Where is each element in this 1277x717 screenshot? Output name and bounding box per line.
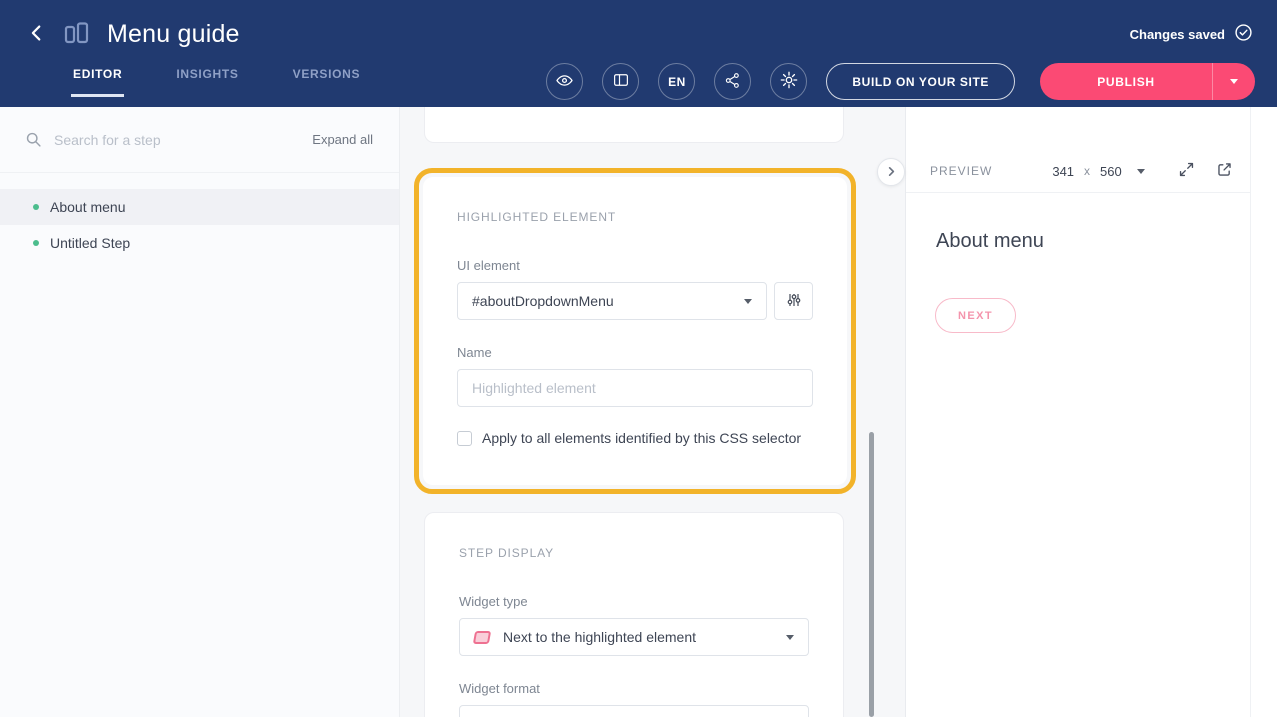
header-actions: EN BUILD ON YOUR SITE (546, 63, 1255, 100)
apply-all-checkbox[interactable] (457, 431, 472, 446)
apply-all-label: Apply to all elements identified by this… (482, 430, 801, 446)
preview-height-value: 560 (1100, 164, 1122, 179)
search-icon (25, 131, 42, 148)
build-on-your-site-button[interactable]: BUILD ON YOUR SITE (826, 63, 1015, 100)
publish-button[interactable]: PUBLISH (1040, 63, 1212, 100)
step-item-label: Untitled Step (50, 235, 130, 251)
tab-editor[interactable]: EDITOR (71, 58, 124, 97)
share-button[interactable] (714, 63, 751, 100)
ui-element-select[interactable]: #aboutDropdownMenu (457, 282, 767, 320)
layout-button[interactable] (602, 63, 639, 100)
chevron-down-icon (1230, 79, 1238, 84)
app-logo-icon (64, 21, 94, 47)
expand-preview-button[interactable] (1176, 159, 1197, 183)
preview-size-dropdown[interactable]: 341 x 560 (1052, 164, 1144, 179)
highlighted-element-name-input[interactable] (457, 369, 813, 407)
changes-saved-label: Changes saved (1130, 27, 1225, 42)
external-link-icon (1216, 161, 1233, 181)
open-in-new-tab-button[interactable] (1214, 159, 1235, 183)
highlighted-element-card: HIGHLIGHTED ELEMENT UI element #aboutDro… (423, 177, 847, 485)
eye-icon (555, 71, 574, 93)
header: Menu guide Changes saved EDITOR INSIGHTS… (0, 0, 1277, 107)
chevron-left-icon (26, 22, 48, 47)
step-editor-column: HIGHLIGHTED ELEMENT UI element #aboutDro… (400, 107, 905, 717)
section-title: STEP DISPLAY (459, 546, 809, 560)
layout-columns-icon (612, 71, 630, 92)
collapse-preview-button[interactable] (877, 158, 905, 186)
header-top-row: Menu guide Changes saved (0, 0, 1277, 58)
tab-versions[interactable]: VERSIONS (291, 58, 363, 97)
steps-sidebar: Expand all About menu Untitled Step (0, 107, 400, 717)
expand-arrows-icon (1178, 161, 1195, 181)
apply-all-row: Apply to all elements identified by this… (457, 430, 813, 446)
settings-button[interactable] (770, 63, 807, 100)
sidebar-search-row: Expand all (0, 107, 399, 173)
widget-format-label: Widget format (459, 681, 809, 696)
language-button[interactable]: EN (658, 63, 695, 100)
sliders-icon (786, 292, 802, 311)
selector-settings-button[interactable] (774, 282, 813, 320)
preview-topbar: PREVIEW 341 x 560 (906, 150, 1251, 193)
widget-format-select[interactable] (459, 705, 809, 717)
share-icon (724, 72, 741, 92)
preview-next-button[interactable]: NEXT (935, 298, 1016, 333)
section-title: HIGHLIGHTED ELEMENT (457, 210, 813, 224)
publish-dropdown-button[interactable] (1212, 63, 1255, 100)
step-item-label: About menu (50, 199, 126, 215)
preview-width-value: 341 (1052, 164, 1074, 179)
widget-type-select[interactable]: Next to the highlighted element (459, 618, 809, 656)
step-item-about-menu[interactable]: About menu (0, 189, 399, 225)
ui-element-value: #aboutDropdownMenu (472, 293, 614, 309)
check-circle-icon (1234, 23, 1253, 45)
step-list: About menu Untitled Step (0, 173, 399, 261)
chevron-down-icon (786, 635, 794, 640)
chevron-right-icon (886, 165, 897, 180)
editor-scrollbar[interactable] (869, 432, 874, 717)
widget-type-label: Widget type (459, 594, 809, 609)
changes-saved-status: Changes saved (1130, 23, 1253, 45)
step-status-dot (33, 204, 39, 210)
page-title: Menu guide (107, 20, 240, 49)
name-label: Name (457, 345, 813, 360)
widget-type-icon (473, 631, 491, 644)
publish-split-button: PUBLISH (1040, 63, 1255, 100)
expand-all-button[interactable]: Expand all (312, 132, 373, 147)
back-button[interactable] (24, 20, 50, 49)
chevron-down-icon (1137, 169, 1145, 174)
tab-insights[interactable]: INSIGHTS (174, 58, 240, 97)
preview-size-separator: x (1084, 164, 1090, 178)
preview-title: PREVIEW (930, 164, 992, 178)
preview-step-title: About menu (936, 230, 1044, 253)
app-root: Menu guide Changes saved EDITOR INSIGHTS… (0, 0, 1277, 717)
step-display-card: STEP DISPLAY Widget type Next to the hig… (424, 512, 844, 717)
preview-actions (1176, 159, 1235, 183)
widget-type-value: Next to the highlighted element (503, 629, 696, 645)
gear-icon (780, 71, 798, 92)
ui-element-row: #aboutDropdownMenu (457, 282, 813, 320)
chevron-down-icon (744, 299, 752, 304)
card-above-partial (424, 107, 844, 143)
preview-scrollbar-divider (1250, 107, 1251, 717)
step-status-dot (33, 240, 39, 246)
preview-panel: PREVIEW 341 x 560 (905, 107, 1277, 717)
ui-element-label: UI element (457, 258, 813, 273)
search-step-input[interactable] (54, 132, 312, 148)
highlighted-section-ring: HIGHLIGHTED ELEMENT UI element #aboutDro… (414, 168, 856, 494)
language-label: EN (668, 75, 686, 89)
step-item-untitled-step[interactable]: Untitled Step (0, 225, 399, 261)
preview-eye-button[interactable] (546, 63, 583, 100)
